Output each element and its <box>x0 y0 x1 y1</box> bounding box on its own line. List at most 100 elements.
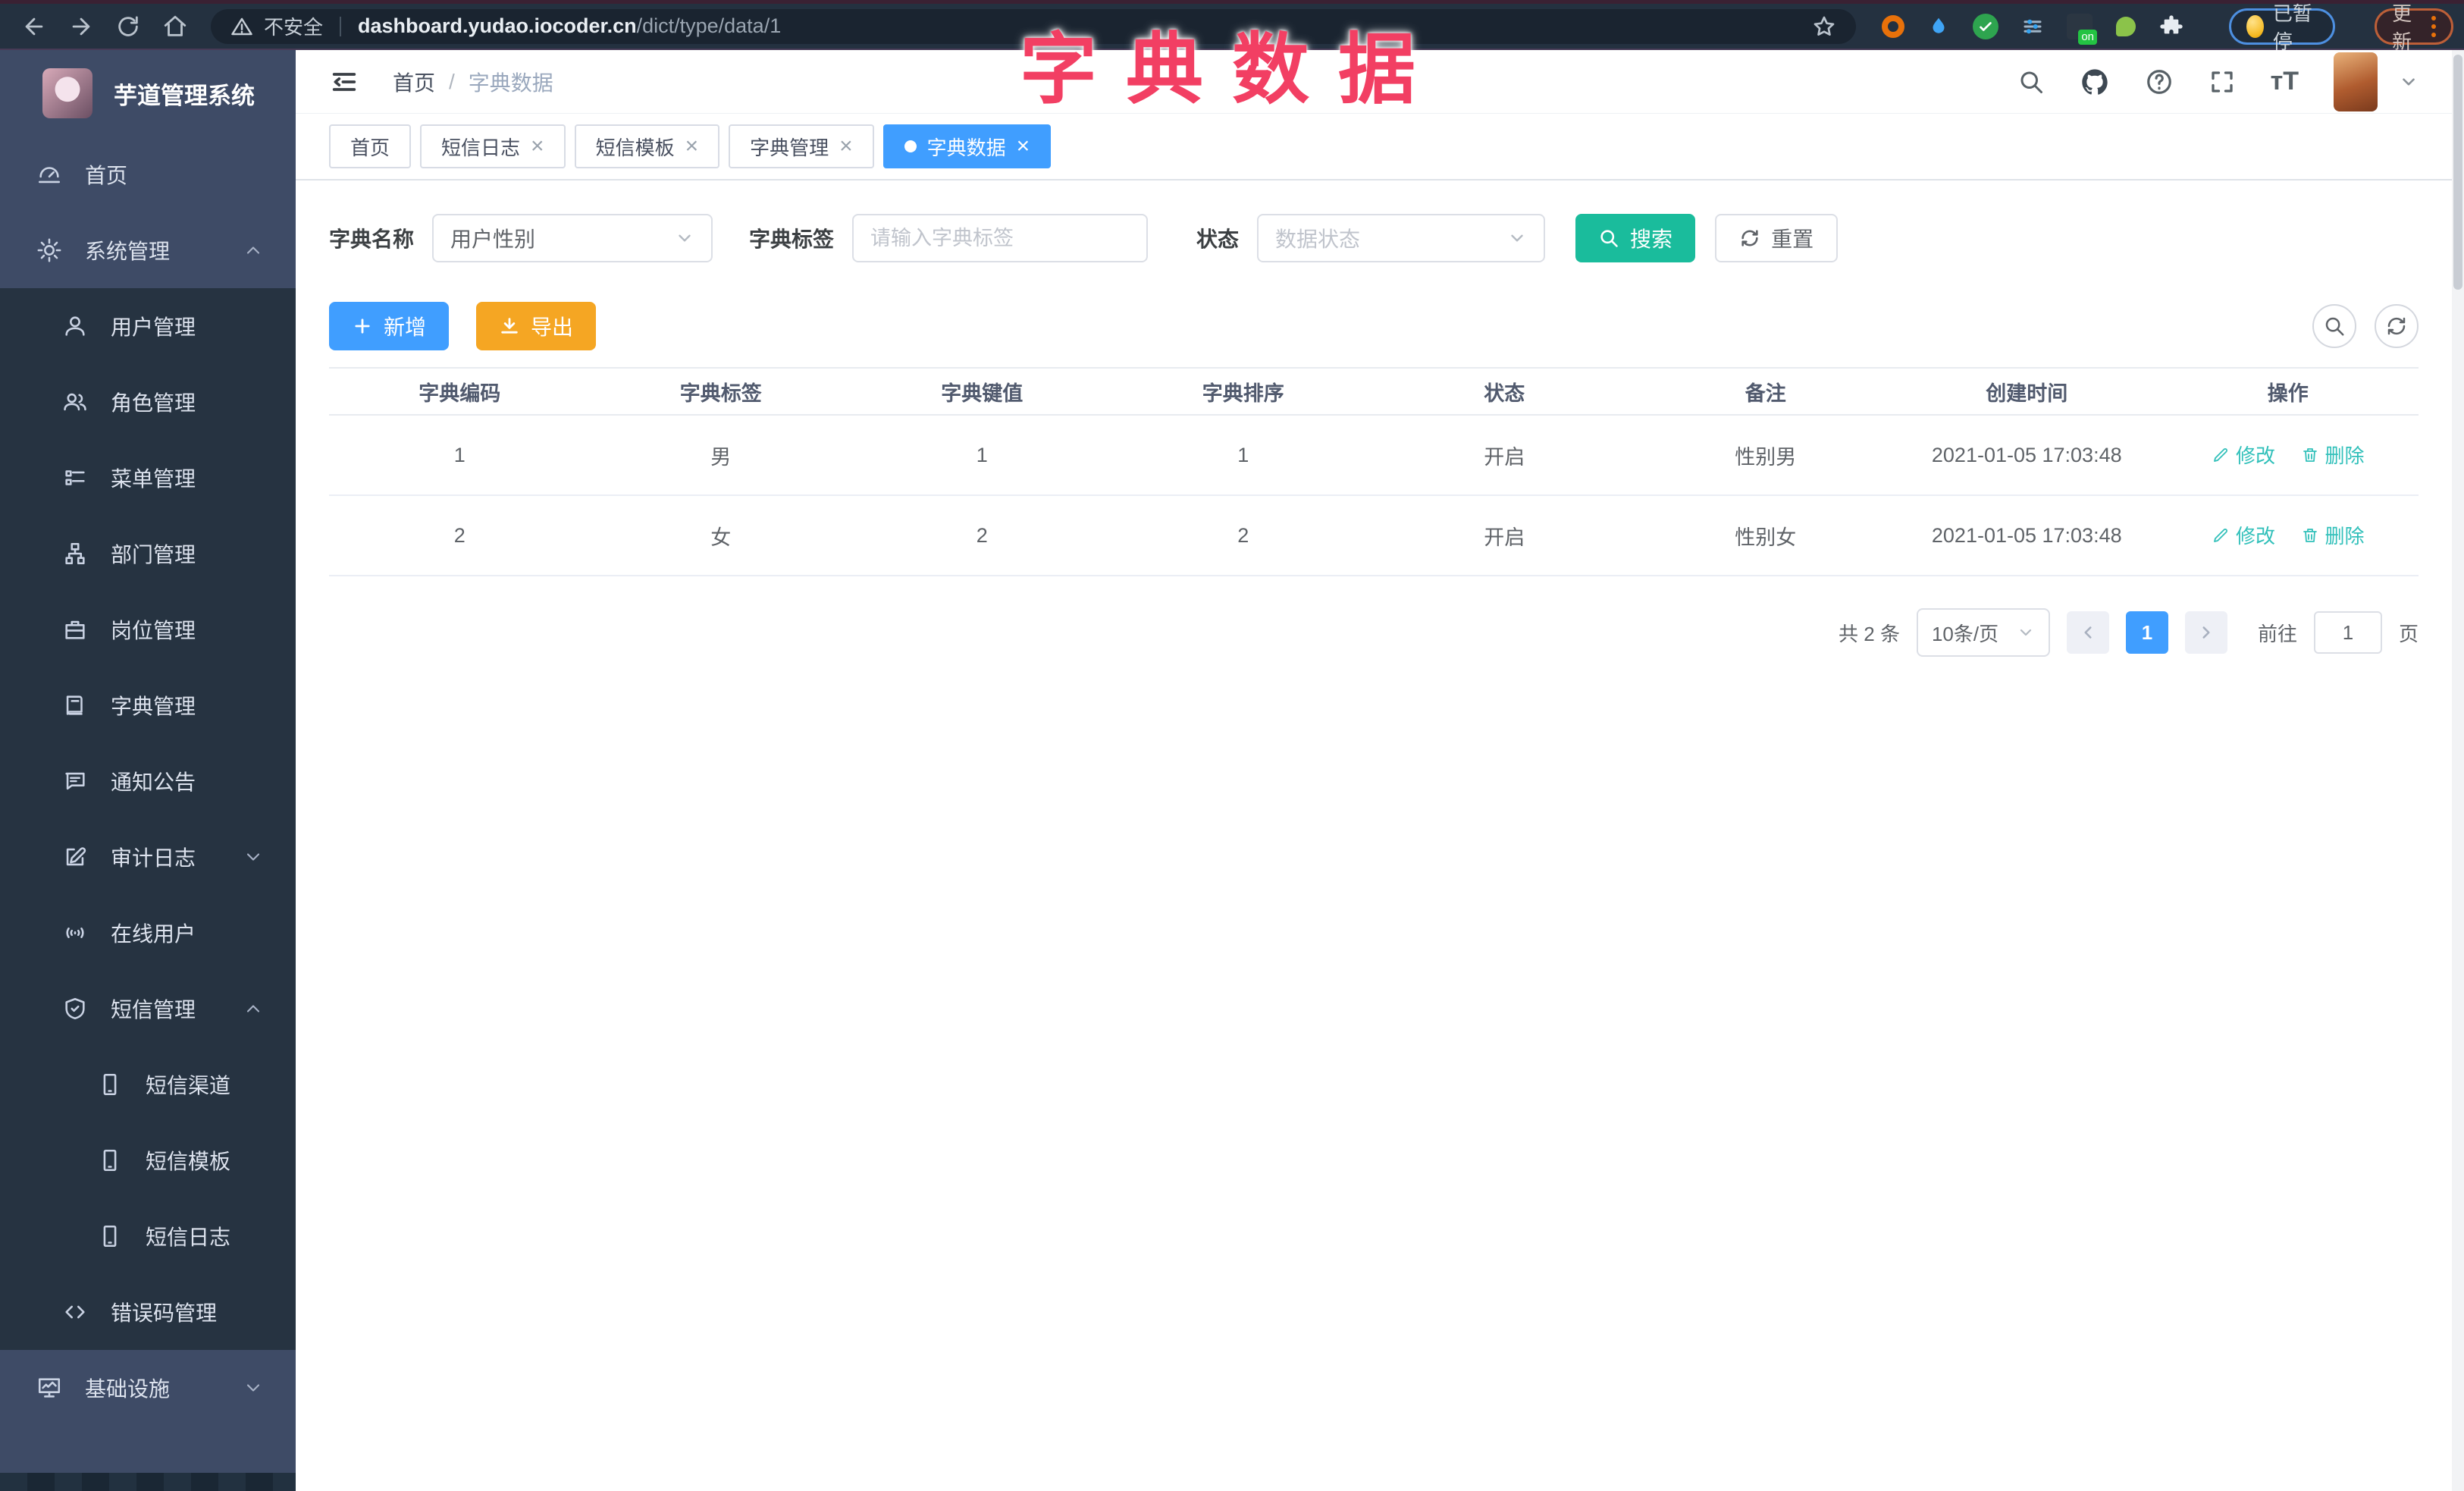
status-select[interactable]: 数据状态 <box>1257 214 1546 262</box>
sidebar-item-error-code-management[interactable]: 错误码管理 <box>0 1274 296 1350</box>
search-icon[interactable] <box>2017 68 2045 96</box>
tab-dict-management[interactable]: 字典管理 × <box>729 124 874 168</box>
main-content: 字典名称 用户性别 字典标签 状态 数据状态 搜索 重置 新增 导出 <box>296 182 2452 1491</box>
goto-page-input[interactable] <box>2313 611 2382 654</box>
code-icon <box>62 1299 88 1325</box>
help-icon[interactable] <box>2145 67 2174 96</box>
extension-on-icon[interactable]: on <box>2067 13 2097 45</box>
edit-link[interactable]: 修改 <box>2212 521 2275 549</box>
next-page-button[interactable] <box>2184 611 2227 654</box>
font-size-icon[interactable]: тT <box>2271 67 2299 96</box>
browser-home-icon[interactable] <box>162 14 188 39</box>
pencil-icon <box>2212 446 2230 464</box>
update-label: 更新 <box>2392 2 2412 53</box>
bookmark-star-icon[interactable] <box>1812 14 1836 39</box>
prev-page-button[interactable] <box>2066 611 2109 654</box>
browser-menu-icon[interactable] <box>2431 15 2436 37</box>
delete-link[interactable]: 删除 <box>2301 441 2365 469</box>
phone-icon <box>97 1223 123 1249</box>
page-size-select[interactable]: 10条/页 <box>1916 608 2050 657</box>
sidebar: 芋道管理系统 首页 系统管理 用户管理 角色管理 菜单管理 部门管理 岗位管理 … <box>0 50 296 1491</box>
sidebar-item-sms-template[interactable]: 短信模板 <box>0 1122 296 1198</box>
divider <box>340 16 342 36</box>
cell-created: 2021-01-05 17:03:48 <box>1931 523 2122 547</box>
sidebar-item-audit-log[interactable]: 审计日志 <box>0 819 296 895</box>
sidebar-item-menu-management[interactable]: 菜单管理 <box>0 440 296 516</box>
sidebar-fold-icon[interactable] <box>329 67 359 97</box>
scrollbar-thumb[interactable] <box>2453 55 2462 290</box>
close-icon[interactable]: × <box>1017 135 1030 158</box>
sidebar-item-role-management[interactable]: 角色管理 <box>0 364 296 440</box>
table-row[interactable]: 2 女 2 2 开启 性别女 2021-01-05 17:03:48 修改 删除 <box>329 496 2419 576</box>
briefcase-icon <box>62 617 88 642</box>
on-badge: on <box>2078 29 2097 45</box>
sidebar-item-label: 角色管理 <box>111 391 196 415</box>
sidebar-item-sms-channel[interactable]: 短信渠道 <box>0 1047 296 1122</box>
refresh-table-button[interactable] <box>2375 304 2419 348</box>
chevron-down-icon <box>243 846 264 868</box>
reset-button[interactable]: 重置 <box>1715 214 1839 262</box>
table-row[interactable]: 1 男 1 1 开启 性别男 2021-01-05 17:03:48 修改 删除 <box>329 416 2419 496</box>
close-icon[interactable]: × <box>839 135 853 158</box>
page-unit-label: 页 <box>2398 622 2419 645</box>
export-button[interactable]: 导出 <box>476 302 597 350</box>
fullscreen-icon[interactable] <box>2209 68 2236 96</box>
browser-reload-icon[interactable] <box>115 14 141 39</box>
extension-check-icon[interactable] <box>1973 13 1998 40</box>
sidebar-item-dept-management[interactable]: 部门管理 <box>0 516 296 592</box>
sidebar-item-home[interactable]: 首页 <box>0 137 296 212</box>
sidebar-item-post-management[interactable]: 岗位管理 <box>0 592 296 667</box>
breadcrumb-home[interactable]: 首页 <box>393 67 435 97</box>
edit-link[interactable]: 修改 <box>2212 441 2275 469</box>
sidebar-item-notice-announcement[interactable]: 通知公告 <box>0 743 296 819</box>
update-button[interactable]: 更新 <box>2375 2 2453 53</box>
chevron-up-icon <box>243 998 264 1019</box>
book-icon <box>62 692 88 718</box>
dict-name-select[interactable]: 用户性别 <box>432 214 713 262</box>
extension-drop-icon[interactable] <box>1927 13 1950 40</box>
sidebar-item-infrastructure[interactable]: 基础设施 <box>0 1350 296 1426</box>
close-icon[interactable]: × <box>685 135 699 158</box>
tab-dict-data[interactable]: 字典数据 × <box>882 124 1052 168</box>
avatar[interactable] <box>2334 52 2378 111</box>
tab-sms-template[interactable]: 短信模板 × <box>574 124 720 168</box>
sidebar-item-sms-log[interactable]: 短信日志 <box>0 1198 296 1274</box>
plus-icon <box>352 315 373 337</box>
profile-paused-pill[interactable]: 已暂停 <box>2229 2 2336 53</box>
search-button[interactable]: 搜索 <box>1575 214 1696 262</box>
toggle-search-button[interactable] <box>2312 304 2356 348</box>
browser-back-icon[interactable] <box>21 14 47 39</box>
chevron-down-icon <box>1507 228 1527 248</box>
paused-label: 已暂停 <box>2272 2 2312 53</box>
delete-link[interactable]: 删除 <box>2301 521 2365 549</box>
sidebar-item-sms-management[interactable]: 短信管理 <box>0 971 296 1047</box>
sidebar-item-label: 短信模板 <box>146 1150 231 1173</box>
extension-donut-icon[interactable] <box>1882 13 1904 40</box>
browser-forward-icon[interactable] <box>68 14 94 39</box>
table-tools <box>2312 304 2419 348</box>
sidebar-item-user-management[interactable]: 用户管理 <box>0 288 296 364</box>
close-icon[interactable]: × <box>531 135 544 158</box>
extension-leaf-icon[interactable] <box>2115 13 2136 40</box>
sidebar-item-label: 短信渠道 <box>146 1074 231 1097</box>
sidebar-item-label: 首页 <box>85 164 128 187</box>
chevron-down-icon[interactable] <box>2399 72 2419 92</box>
github-icon[interactable] <box>2080 67 2110 97</box>
editsq-icon <box>62 844 88 870</box>
sidebar-item-dict-management[interactable]: 字典管理 <box>0 667 296 743</box>
page-number-button[interactable]: 1 <box>2125 611 2168 654</box>
page-scrollbar[interactable] <box>2452 50 2464 1491</box>
tab-sms-log[interactable]: 短信日志 × <box>420 124 566 168</box>
extension-sliders-icon[interactable] <box>2021 13 2044 40</box>
logo[interactable]: 芋道管理系统 <box>0 50 296 137</box>
sidebar-item-system-management[interactable]: 系统管理 <box>0 212 296 288</box>
tab-home[interactable]: 首页 <box>329 124 412 168</box>
sidebar-scrollbar[interactable] <box>0 1473 296 1491</box>
dict-label-input[interactable] <box>870 226 1130 250</box>
add-button[interactable]: 新增 <box>329 302 450 350</box>
dashboard-icon <box>36 162 62 187</box>
cell-remark: 性别男 <box>1735 445 1797 469</box>
extensions-puzzle-icon[interactable] <box>2159 13 2183 40</box>
cell-value: 2 <box>976 523 988 547</box>
sidebar-item-online-users[interactable]: 在线用户 <box>0 895 296 971</box>
